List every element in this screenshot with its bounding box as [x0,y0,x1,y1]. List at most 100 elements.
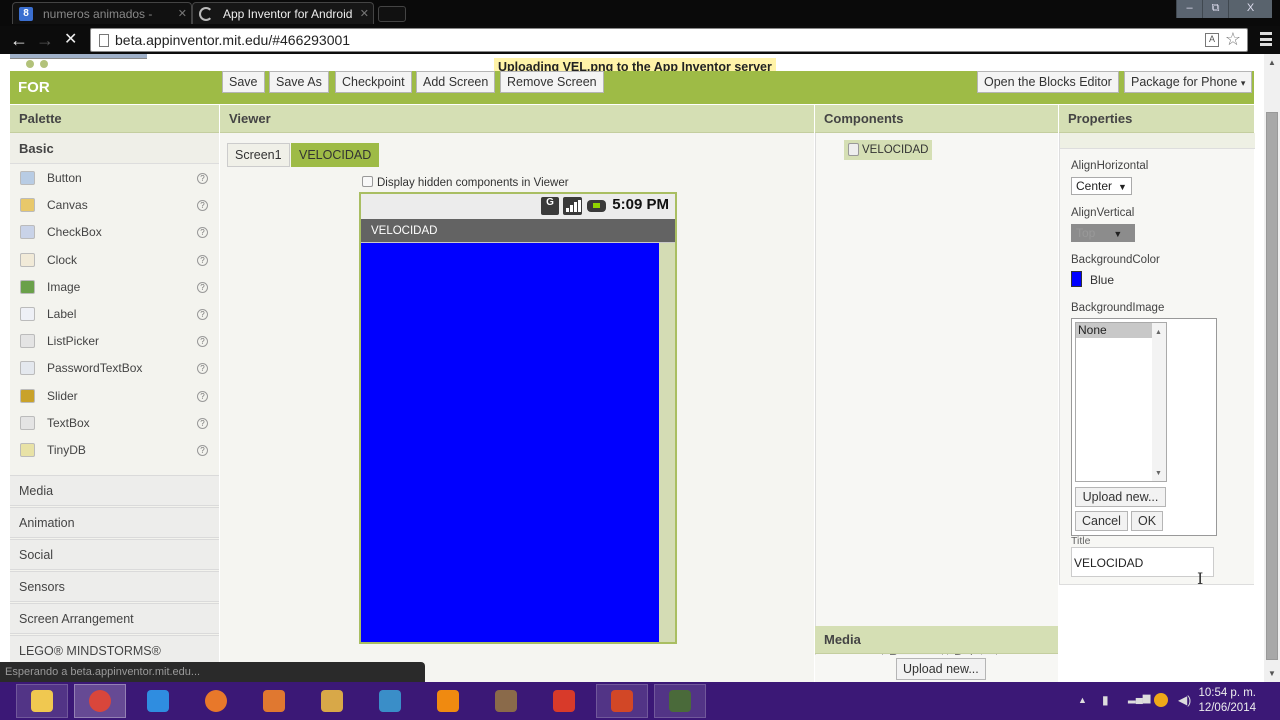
package-for-phone-button[interactable]: Package for Phone ▾ [1124,71,1253,93]
checkbox-icon [20,225,35,240]
browser-tab-search[interactable]: 8 numeros animados - Busc ✕ [12,2,192,43]
taskbar-clock[interactable]: 10:54 p. m. 12/06/2014 [1176,686,1256,716]
taskbar-app-file-explorer[interactable] [16,684,68,718]
taskbar-app-chrome[interactable] [74,684,126,718]
forward-arrow-icon[interactable]: → [36,30,54,50]
scroll-down-icon[interactable]: ▼ [1155,470,1162,477]
windows-taskbar: ▲ ▮ ▂▄▆ ◀) 10:54 p. m. 12/06/2014 [0,682,1280,720]
palette-category-sensors[interactable]: Sensors [10,571,219,602]
palette-category-media[interactable]: Media [10,475,219,506]
network-signal-icon[interactable]: ▂▄▆ [1128,693,1150,704]
save-as-button[interactable]: Save As [269,71,329,93]
palette-item-listpicker[interactable]: ListPicker? [10,328,219,355]
palette-item-label[interactable]: Label? [10,301,219,328]
palette-item-canvas[interactable]: Canvas? [10,192,219,219]
scroll-up-icon[interactable]: ▲ [1155,329,1162,336]
bookmark-star-icon[interactable]: ☆ [1225,29,1241,50]
component-tree-item-velocidad[interactable]: VELOCIDAD [844,140,933,160]
palette-item-tinydb[interactable]: TinyDB? [10,437,219,464]
minimize-button[interactable]: – [1176,0,1202,18]
translate-icon[interactable]: A [1205,33,1219,47]
help-icon[interactable]: ? [197,227,208,239]
stop-loading-icon[interactable]: ✕ [64,30,77,50]
screen-canvas[interactable] [361,243,659,642]
new-tab-button[interactable] [378,6,406,22]
phone-clock: 5:09 PM [612,196,669,213]
taskbar-app-globe-app[interactable] [364,684,416,718]
asset-upload-button[interactable]: Upload new... [1075,487,1166,507]
palette-item-passwordtextbox[interactable]: PasswordTextBox? [10,355,219,382]
scrollbar-thumb[interactable] [1266,112,1278,660]
scroll-down-icon[interactable]: ▼ [1268,669,1276,678]
taskbar-app-game-app-1[interactable] [480,684,532,718]
back-arrow-icon[interactable]: ← [10,30,28,50]
background-color-value[interactable]: Blue [1090,273,1114,287]
background-color-label: BackgroundColor [1071,254,1160,266]
close-window-button[interactable]: X [1228,0,1272,18]
asset-list-scrollbar[interactable]: ▲ ▼ [1152,323,1166,481]
url-text[interactable]: beta.appinventor.mit.edu/#466293001 [115,32,350,48]
remove-screen-button[interactable]: Remove Screen [500,71,604,93]
taskbar-app-hand-app[interactable] [248,684,300,718]
taskbar-app-firefox[interactable] [190,684,242,718]
password-icon [20,361,35,376]
open-blocks-editor-button[interactable]: Open the Blocks Editor [977,71,1119,93]
taskbar-app-camera-app[interactable] [654,684,706,718]
taskbar-app-internet-explorer[interactable] [132,684,184,718]
screen-tab-screen1[interactable]: Screen1 [227,143,290,167]
checkpoint-button[interactable]: Checkpoint [335,71,412,93]
help-icon[interactable]: ? [197,336,208,348]
page-scrollbar[interactable]: ▲ ▼ [1264,54,1280,682]
palette-category-animation[interactable]: Animation [10,507,219,538]
taskbar-app-game-app-2[interactable] [538,684,590,718]
title-input[interactable]: VELOCIDAD [1071,547,1214,577]
help-icon[interactable]: ? [197,281,208,293]
help-icon[interactable]: ? [197,254,208,266]
help-icon[interactable]: ? [197,309,208,320]
palette-item-textbox[interactable]: TextBox? [10,410,219,437]
show-hidden-icons[interactable]: ▲ [1078,695,1087,705]
help-icon[interactable]: ? [197,200,208,212]
palette-item-checkbox[interactable]: CheckBox? [10,219,219,246]
palette-item-button[interactable]: Button? [10,165,219,192]
power-icon[interactable]: ▮ [1102,693,1109,707]
scroll-up-icon[interactable]: ▲ [1268,58,1276,67]
taskbar-app-download-app[interactable] [306,684,358,718]
help-icon[interactable]: ? [197,417,208,429]
tray-app-icon[interactable] [1154,693,1168,707]
address-bar[interactable]: beta.appinventor.mit.edu/#466293001 A ☆ [90,28,1248,52]
close-tab-icon[interactable]: ✕ [178,3,187,25]
palette-category-basic[interactable]: Basic [10,133,219,164]
screen-tab-velocidad[interactable]: VELOCIDAD [291,143,380,167]
palette-header: Palette [10,105,219,133]
display-hidden-components-checkbox[interactable]: Display hidden components in Viewer [362,176,569,189]
align-horizontal-select[interactable]: Center ▼ [1071,177,1132,195]
browser-tab-app-inventor[interactable]: App Inventor for Android ✕ [192,2,374,24]
close-tab-icon[interactable]: ✕ [360,3,369,25]
help-icon[interactable]: ? [197,363,208,375]
palette-item-clock[interactable]: Clock? [10,247,219,274]
restore-button[interactable]: ⧉ [1202,0,1228,18]
firefox-icon [205,690,227,712]
add-screen-button[interactable]: Add Screen [416,71,496,93]
palette-category-screen-arrangement[interactable]: Screen Arrangement [10,603,219,634]
asset-cancel-button[interactable]: Cancel [1075,511,1128,531]
asset-ok-button[interactable]: OK [1131,511,1164,531]
checkbox-icon[interactable] [362,176,373,187]
media-upload-button[interactable]: Upload new... [896,658,986,680]
asset-option-none[interactable]: None [1076,323,1152,338]
taskbar-app-vlc[interactable] [422,684,474,718]
help-icon[interactable]: ? [197,173,208,184]
chrome-menu-icon[interactable] [1260,32,1272,46]
background-color-swatch[interactable] [1071,271,1082,287]
palette-item-slider[interactable]: Slider? [10,383,219,410]
help-icon[interactable]: ? [197,445,208,456]
asset-list[interactable]: None ▲ ▼ [1075,322,1167,482]
palette-item-image[interactable]: Image? [10,274,219,301]
help-icon[interactable]: ? [197,390,208,402]
align-vertical-select[interactable]: Top ▼ [1071,224,1135,242]
title-label: Title [1071,535,1091,547]
taskbar-app-powerpoint[interactable] [596,684,648,718]
palette-category-social[interactable]: Social [10,539,219,570]
save-button[interactable]: Save [222,71,265,93]
